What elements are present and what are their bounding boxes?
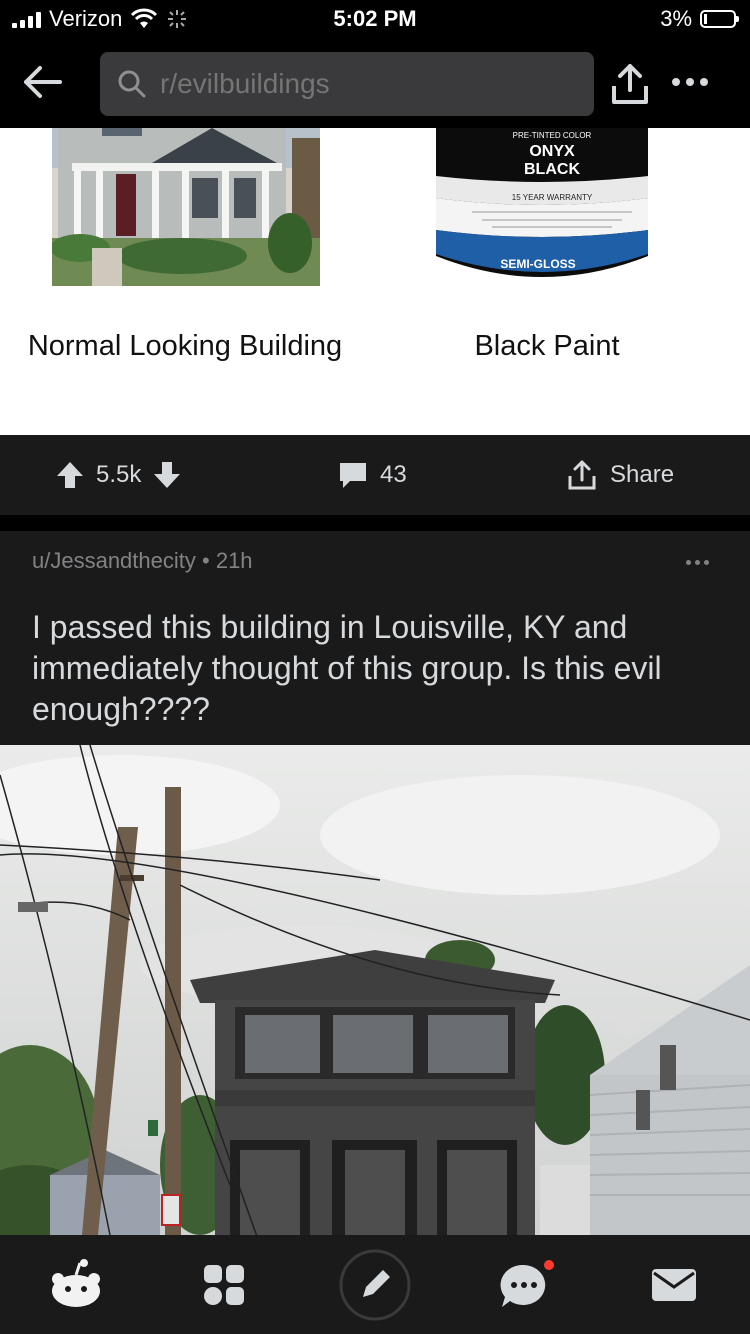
inbox-envelope-icon[interactable] xyxy=(644,1257,704,1313)
navigation-bar xyxy=(0,40,750,128)
communities-grid-icon[interactable] xyxy=(194,1257,254,1313)
bottom-tab-bar xyxy=(0,1235,750,1334)
comment-count: 43 xyxy=(380,461,407,488)
share-label: Share xyxy=(610,461,675,488)
post-action-bar: 5.5k 43 Share xyxy=(0,435,750,515)
post-title[interactable]: I passed this building in Louisville, KY… xyxy=(32,607,722,730)
search-icon xyxy=(118,70,146,98)
notification-dot xyxy=(544,1260,554,1270)
post-divider xyxy=(0,515,750,531)
paint-label-finish: SEMI-GLOSS xyxy=(500,257,575,271)
vote-controls: 5.5k xyxy=(56,457,181,493)
normal-house-image xyxy=(52,128,320,286)
battery-percent: 3% xyxy=(660,6,692,31)
comment-bubble-icon xyxy=(340,463,366,488)
post-image[interactable] xyxy=(0,745,750,1235)
left-caption: Normal Looking Building xyxy=(27,330,343,362)
meme-image[interactable]: PRE-TINTED COLOR ONYX BLACK 15 YEAR WARR… xyxy=(0,128,750,435)
post-author[interactable]: u/Jessandthecity xyxy=(32,548,196,573)
post-age: 21h xyxy=(215,548,253,573)
black-paint-can-image: PRE-TINTED COLOR ONYX BLACK 15 YEAR WARR… xyxy=(436,128,648,277)
paint-label-line2: ONYX xyxy=(529,143,575,160)
downvote-arrow-icon[interactable] xyxy=(153,460,181,490)
search-input[interactable] xyxy=(158,67,562,101)
reddit-home-icon[interactable] xyxy=(46,1257,106,1313)
comments-button[interactable]: 43 xyxy=(338,457,407,493)
status-bar: Verizon 5:02 PM 3% xyxy=(0,0,750,40)
upvote-arrow-icon[interactable] xyxy=(56,460,84,490)
status-right: 3% xyxy=(660,6,739,32)
clock: 5:02 PM xyxy=(333,6,417,31)
back-arrow-icon[interactable] xyxy=(20,60,64,104)
search-bar[interactable] xyxy=(100,52,594,116)
battery-icon xyxy=(700,10,739,28)
right-caption: Black Paint xyxy=(474,330,620,362)
more-options-icon[interactable] xyxy=(672,74,716,90)
create-post-pencil-icon[interactable] xyxy=(339,1249,411,1321)
paint-label-line1: PRE-TINTED COLOR xyxy=(513,131,592,140)
post-more-options-icon[interactable] xyxy=(686,560,709,565)
share-button[interactable]: Share xyxy=(566,457,674,493)
paint-label-line3: BLACK xyxy=(524,161,580,178)
paint-label-warranty: 15 YEAR WARRANTY xyxy=(512,193,593,202)
meta-separator: • xyxy=(202,548,216,573)
chat-bubble-icon[interactable] xyxy=(494,1257,554,1313)
post-meta: u/Jessandthecity • 21h xyxy=(32,548,253,574)
vote-count: 5.5k xyxy=(96,461,142,488)
share-icon xyxy=(568,460,596,490)
share-upload-icon[interactable] xyxy=(608,60,652,108)
